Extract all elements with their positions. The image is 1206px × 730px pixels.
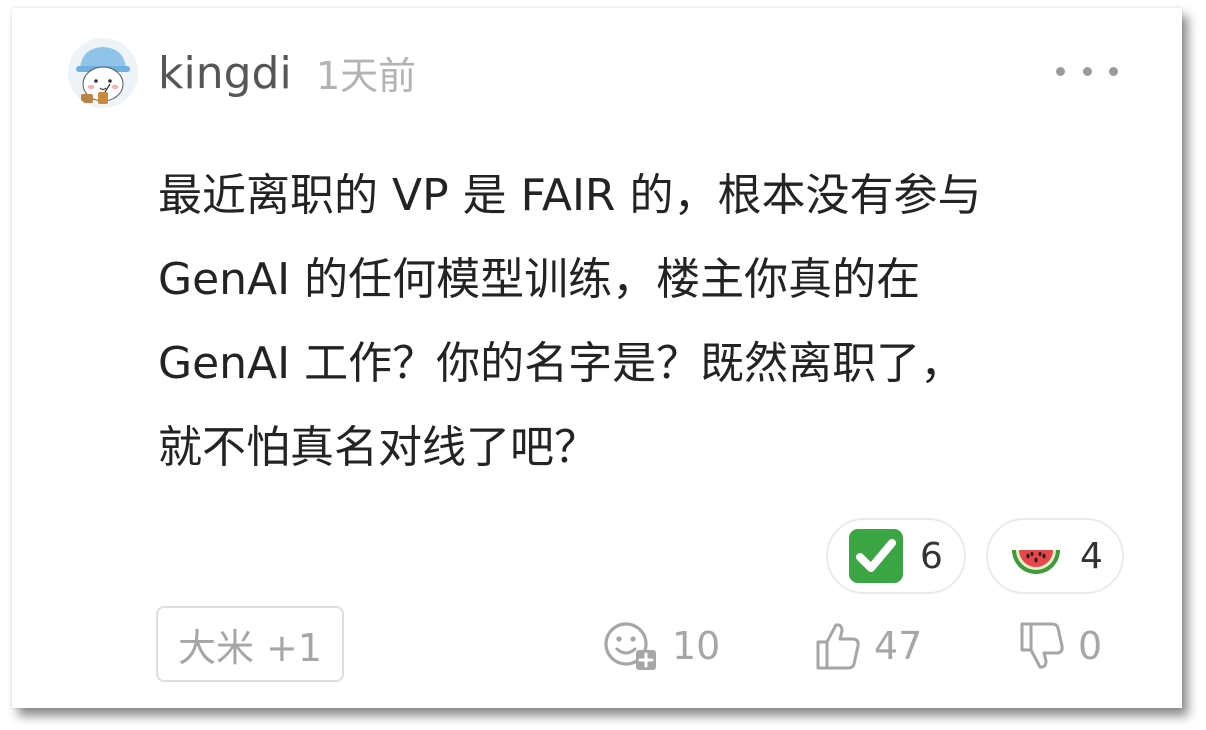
watermelon-icon: [1012, 550, 1060, 574]
reaction-count: 4: [1080, 535, 1103, 577]
check-mark-button-icon: [849, 529, 903, 583]
reaction-check-mark[interactable]: 6: [826, 518, 966, 594]
more-dot: [1082, 66, 1092, 76]
comment-line: GenAI 工作？你的名字是？既然离职了，: [158, 338, 965, 389]
thumbs-up-icon: [816, 623, 860, 670]
bear-avatar-icon: [68, 38, 138, 108]
dislike-count: 0: [1078, 624, 1103, 668]
post-timestamp: 1天前: [316, 54, 417, 98]
like-button[interactable]: 47: [814, 618, 922, 674]
user-avatar[interactable]: [68, 38, 138, 108]
like-count: 47: [874, 624, 923, 668]
username[interactable]: kingdi: [158, 44, 292, 104]
comment-line: 最近离职的 VP 是 FAIR 的，根本没有参与: [158, 170, 982, 221]
reaction-count: 6: [920, 535, 943, 577]
comment-card: kingdi 1天前 最近离职的 VP 是 FAIR 的，根本没有参与 GenA…: [12, 8, 1182, 708]
more-options-button[interactable]: [1052, 56, 1122, 86]
comment-line: GenAI 的任何模型训练，楼主你真的在: [158, 254, 921, 305]
comment-face-plus-icon: [604, 622, 656, 670]
thumbs-down-icon: [1020, 622, 1064, 669]
comment-body: 最近离职的 VP 是 FAIR 的，根本没有参与 GenAI 的任何模型训练，楼…: [158, 154, 1118, 490]
more-dot: [1109, 66, 1118, 76]
comment-count: 10: [672, 624, 721, 668]
more-dots-icon: [1056, 66, 1065, 76]
dislike-button[interactable]: 0: [1018, 618, 1102, 674]
comment-button[interactable]: 10: [600, 618, 720, 674]
rice-plus-one-button[interactable]: 大米 +1: [156, 606, 344, 682]
comment-line: 就不怕真名对线了吧？: [158, 422, 598, 473]
reaction-watermelon[interactable]: 4: [986, 518, 1124, 594]
